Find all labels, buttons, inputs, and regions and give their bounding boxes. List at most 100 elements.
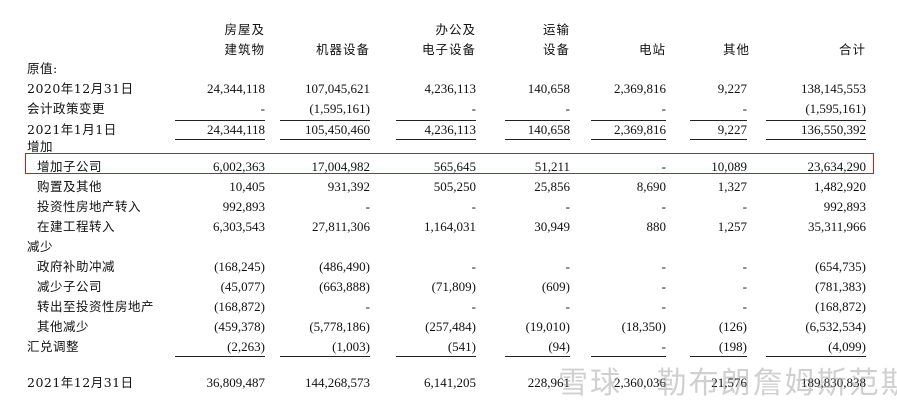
header-other: 其他 bbox=[710, 40, 750, 60]
cell-value: (663,888) bbox=[319, 279, 370, 294]
header-line: 其他 bbox=[722, 42, 750, 57]
header-line: 设备 bbox=[542, 42, 570, 57]
cell-value: 992,893 bbox=[823, 199, 866, 214]
cell-value: 51,211 bbox=[534, 159, 570, 174]
header-line: 运输 bbox=[542, 22, 570, 37]
cell-value: (168,872) bbox=[214, 299, 265, 314]
cell-value: 17,004,982 bbox=[311, 159, 371, 174]
row-label: 在建工程转入 bbox=[37, 219, 116, 234]
cell-value: (609) bbox=[541, 279, 570, 294]
total-rule bbox=[396, 356, 476, 357]
cell-value: 931,392 bbox=[327, 179, 370, 194]
cell-value: - bbox=[471, 299, 476, 314]
watermark: 雪球 · 勒布朗詹姆斯范斯 bbox=[558, 366, 897, 401]
cell-value: - bbox=[742, 259, 747, 274]
cell-value: (257,484) bbox=[425, 319, 476, 334]
table-row: 在建工程转入 6,303,543 27,811,306 1,164,031 30… bbox=[0, 217, 897, 237]
cell-value: - bbox=[365, 199, 370, 214]
cell-value: (486,490) bbox=[319, 259, 370, 274]
cell-value: - bbox=[742, 101, 747, 116]
cell-value: 565,645 bbox=[433, 159, 476, 174]
total-rule bbox=[591, 356, 666, 357]
table-row: 汇兑调整 (2,263) (1,003) (541) (94) - (198) … bbox=[0, 337, 897, 357]
table-row: 其他减少 (459,378) (5,778,186) (257,484) (19… bbox=[0, 317, 897, 337]
row-label: 汇兑调整 bbox=[27, 339, 80, 354]
header-line: 房屋及 bbox=[224, 22, 265, 37]
cell-value: (4,099) bbox=[828, 339, 866, 354]
cell-value: 505,250 bbox=[433, 179, 476, 194]
cell-value: - bbox=[661, 199, 666, 214]
cell-value: - bbox=[260, 101, 265, 116]
cell-value: - bbox=[471, 199, 476, 214]
cell-value: (45,077) bbox=[220, 279, 265, 294]
row-label: 其他减少 bbox=[37, 319, 90, 334]
header-line: 电站 bbox=[638, 42, 666, 57]
cell-value: (2,263) bbox=[227, 339, 265, 354]
row-label: 增加子公司 bbox=[37, 159, 103, 174]
cell-value: 9,227 bbox=[717, 81, 747, 96]
cell-value: - bbox=[661, 101, 666, 116]
cell-value: - bbox=[565, 101, 570, 116]
cell-value: (459,378) bbox=[214, 319, 265, 334]
row-label: 减少 bbox=[27, 239, 54, 254]
cell-value: 1,327 bbox=[717, 179, 747, 194]
cell-value: - bbox=[661, 339, 666, 354]
cell-value: (71,809) bbox=[431, 279, 476, 294]
header-line: 合计 bbox=[838, 42, 866, 57]
cell-value: 6,303,543 bbox=[213, 219, 265, 234]
row-label: 会计政策变更 bbox=[27, 101, 106, 116]
cell-value: 10,089 bbox=[711, 159, 747, 174]
total-rule bbox=[766, 356, 866, 357]
table-row: 投资性房地产转入 992,893 - - - - - 992,893 bbox=[0, 197, 897, 217]
cell-value: (126) bbox=[718, 319, 747, 334]
cell-value: 107,045,621 bbox=[305, 81, 370, 96]
header-buildings: 房屋及 建筑物 bbox=[195, 20, 265, 60]
cell-value: (541) bbox=[447, 339, 476, 354]
table-row: 减少 bbox=[0, 237, 897, 257]
cell-value: 27,811,306 bbox=[311, 219, 370, 234]
cell-value: - bbox=[742, 279, 747, 294]
cell-value: - bbox=[661, 159, 666, 174]
cell-value: (19,010) bbox=[525, 319, 570, 334]
cell-value: (1,595,161) bbox=[309, 101, 370, 116]
cell-value: - bbox=[365, 299, 370, 314]
header-line: 建筑物 bbox=[224, 42, 265, 57]
cell-value: 6,002,363 bbox=[213, 159, 265, 174]
row-label: 2021年12月31日 bbox=[27, 375, 134, 390]
cell-value: (5,778,186) bbox=[309, 319, 370, 334]
cell-value: 1,257 bbox=[717, 219, 747, 234]
row-label: 购置及其他 bbox=[37, 179, 103, 194]
cell-value: (781,383) bbox=[815, 279, 866, 294]
cell-value: (198) bbox=[718, 339, 747, 354]
table-row: 2020年12月31日 24,344,118 107,045,621 4,236… bbox=[0, 79, 897, 99]
table-row: 原值: bbox=[0, 59, 897, 79]
row-label: 2020年12月31日 bbox=[27, 81, 134, 96]
cell-value: - bbox=[471, 259, 476, 274]
cell-value: 25,856 bbox=[534, 179, 570, 194]
cell-value: (654,735) bbox=[815, 259, 866, 274]
cell-value: 1,164,031 bbox=[424, 219, 476, 234]
table-row: 会计政策变更 - (1,595,161) - - - - (1,595,161) bbox=[0, 99, 897, 119]
cell-value: 10,405 bbox=[229, 179, 265, 194]
cell-value: 140,658 bbox=[527, 81, 570, 96]
cell-value: - bbox=[565, 259, 570, 274]
cell-value: (6,532,534) bbox=[805, 319, 866, 334]
header-transport: 运输 设备 bbox=[520, 20, 570, 60]
financial-table: 房屋及 建筑物 机器设备 办公及 电子设备 运输 设备 电站 其他 合计 原值:… bbox=[0, 0, 897, 406]
table-row: 政府补助冲减 (168,245) (486,490) - - - - (654,… bbox=[0, 257, 897, 277]
table-row: 转出至投资性房地产 (168,872) - - - - - (168,872) bbox=[0, 297, 897, 317]
table-row: 购置及其他 10,405 931,392 505,250 25,856 8,69… bbox=[0, 177, 897, 197]
row-label: 原值: bbox=[27, 61, 58, 76]
cell-value: (168,872) bbox=[815, 299, 866, 314]
cell-value: (94) bbox=[548, 339, 570, 354]
cell-value: - bbox=[565, 299, 570, 314]
cell-value: (1,003) bbox=[332, 339, 370, 354]
table-row: 增加子公司 6,002,363 17,004,982 565,645 51,21… bbox=[0, 157, 897, 177]
cell-value: - bbox=[742, 199, 747, 214]
cell-value: - bbox=[661, 279, 666, 294]
cell-value: 144,268,573 bbox=[305, 375, 370, 390]
cell-value: 4,236,113 bbox=[424, 81, 476, 96]
header-line: 办公及 bbox=[435, 22, 476, 37]
header-line: 机器设备 bbox=[315, 42, 370, 57]
header-office-equipment: 办公及 电子设备 bbox=[400, 20, 476, 60]
